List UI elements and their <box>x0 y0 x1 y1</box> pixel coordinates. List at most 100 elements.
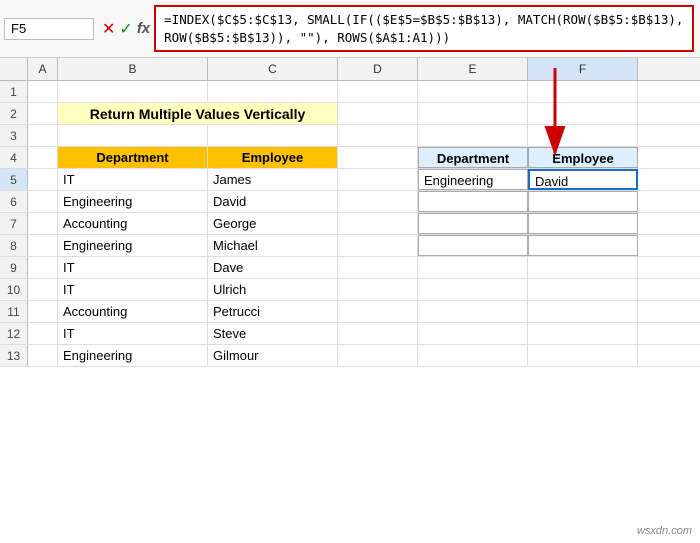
col-header-e[interactable]: E <box>418 58 528 80</box>
row-num-12: 12 <box>0 323 28 344</box>
cell-b11[interactable]: Accounting <box>58 301 208 322</box>
cell-a11[interactable] <box>28 301 58 322</box>
row-num-8: 8 <box>0 235 28 256</box>
cell-d8[interactable] <box>338 235 418 256</box>
cell-f11[interactable] <box>528 301 638 322</box>
right-data-cell: Engineering <box>424 173 493 188</box>
cell-f4-header[interactable]: Employee <box>528 147 638 168</box>
cell-b7[interactable]: Accounting <box>58 213 208 234</box>
cell-a5[interactable] <box>28 169 58 190</box>
cell-e12[interactable] <box>418 323 528 344</box>
cell-f8[interactable] <box>528 235 638 256</box>
cell-d4[interactable] <box>338 147 418 168</box>
cell-e11[interactable] <box>418 301 528 322</box>
cell-e1[interactable] <box>418 81 528 102</box>
cell-c9[interactable]: Dave <box>208 257 338 278</box>
cell-f7[interactable] <box>528 213 638 234</box>
cell-a6[interactable] <box>28 191 58 212</box>
cell-b3[interactable] <box>58 125 208 146</box>
formula-icons: ✕ ✓ fx <box>98 19 154 39</box>
cell-name-box[interactable]: F5 <box>4 18 94 40</box>
cell-e9[interactable] <box>418 257 528 278</box>
rows-area: 1 2 Return Multiple Values Vertically 3 <box>0 81 700 367</box>
cell-d12[interactable] <box>338 323 418 344</box>
data-cell: Accounting <box>63 304 127 319</box>
column-headers: A B C D E F <box>0 58 700 81</box>
cell-b4-header[interactable]: Department <box>58 147 208 168</box>
cell-f9[interactable] <box>528 257 638 278</box>
cell-d1[interactable] <box>338 81 418 102</box>
cell-f2[interactable] <box>528 103 638 124</box>
cell-a2[interactable] <box>28 103 58 124</box>
cell-a9[interactable] <box>28 257 58 278</box>
cell-e8[interactable] <box>418 235 528 256</box>
cell-a4[interactable] <box>28 147 58 168</box>
col-header-c[interactable]: C <box>208 58 338 80</box>
cell-f3[interactable] <box>528 125 638 146</box>
cell-c10[interactable]: Ulrich <box>208 279 338 300</box>
cell-d6[interactable] <box>338 191 418 212</box>
cell-d10[interactable] <box>338 279 418 300</box>
cell-e4-header[interactable]: Department <box>418 147 528 168</box>
col-header-a[interactable]: A <box>28 58 58 80</box>
cell-b13[interactable]: Engineering <box>58 345 208 366</box>
cell-c12[interactable]: Steve <box>208 323 338 344</box>
cell-a12[interactable] <box>28 323 58 344</box>
cell-c13[interactable]: Gilmour <box>208 345 338 366</box>
cell-c8[interactable]: Michael <box>208 235 338 256</box>
cell-c7[interactable]: George <box>208 213 338 234</box>
cell-a10[interactable] <box>28 279 58 300</box>
cell-c4-header[interactable]: Employee <box>208 147 338 168</box>
cell-e7[interactable] <box>418 213 528 234</box>
cell-e6[interactable] <box>418 191 528 212</box>
cell-c6[interactable]: David <box>208 191 338 212</box>
cell-d7[interactable] <box>338 213 418 234</box>
col-header-b[interactable]: B <box>58 58 208 80</box>
cell-f12[interactable] <box>528 323 638 344</box>
col-header-f[interactable]: F <box>528 58 638 80</box>
cell-b5[interactable]: IT <box>58 169 208 190</box>
data-cell: Engineering <box>63 238 132 253</box>
cancel-icon[interactable]: ✕ <box>102 19 115 39</box>
cell-b9[interactable]: IT <box>58 257 208 278</box>
cell-d9[interactable] <box>338 257 418 278</box>
cell-e5[interactable]: Engineering <box>418 169 528 190</box>
cell-d11[interactable] <box>338 301 418 322</box>
cell-d2[interactable] <box>338 103 418 124</box>
cell-e2[interactable] <box>418 103 528 124</box>
cell-d3[interactable] <box>338 125 418 146</box>
cell-e3[interactable] <box>418 125 528 146</box>
formula-input[interactable]: =INDEX($C$5:$C$13, SMALL(IF(($E$5=$B$5:$… <box>154 5 694 52</box>
cell-c5[interactable]: James <box>208 169 338 190</box>
cell-b12[interactable]: IT <box>58 323 208 344</box>
cell-d5[interactable] <box>338 169 418 190</box>
cell-a3[interactable] <box>28 125 58 146</box>
spreadsheet-title: Return Multiple Values Vertically <box>90 106 306 122</box>
confirm-icon[interactable]: ✓ <box>119 19 132 39</box>
cell-b1[interactable] <box>58 81 208 102</box>
table-row: 3 <box>0 125 700 147</box>
cell-d13[interactable] <box>338 345 418 366</box>
cell-b6[interactable]: Engineering <box>58 191 208 212</box>
col-header-d[interactable]: D <box>338 58 418 80</box>
cell-f13[interactable] <box>528 345 638 366</box>
cell-f1[interactable] <box>528 81 638 102</box>
cell-c11[interactable]: Petrucci <box>208 301 338 322</box>
cell-a13[interactable] <box>28 345 58 366</box>
cell-e10[interactable] <box>418 279 528 300</box>
cell-a1[interactable] <box>28 81 58 102</box>
cell-title[interactable]: Return Multiple Values Vertically <box>58 103 338 124</box>
fx-icon: fx <box>137 20 150 37</box>
cell-c1[interactable] <box>208 81 338 102</box>
cell-a8[interactable] <box>28 235 58 256</box>
cell-f6[interactable] <box>528 191 638 212</box>
cell-e13[interactable] <box>418 345 528 366</box>
cell-c3[interactable] <box>208 125 338 146</box>
cell-a7[interactable] <box>28 213 58 234</box>
cell-b8[interactable]: Engineering <box>58 235 208 256</box>
cell-b10[interactable]: IT <box>58 279 208 300</box>
table-row: 7 Accounting George <box>0 213 700 235</box>
table-row: 11 Accounting Petrucci <box>0 301 700 323</box>
cell-f10[interactable] <box>528 279 638 300</box>
cell-f5[interactable]: David <box>528 169 638 190</box>
